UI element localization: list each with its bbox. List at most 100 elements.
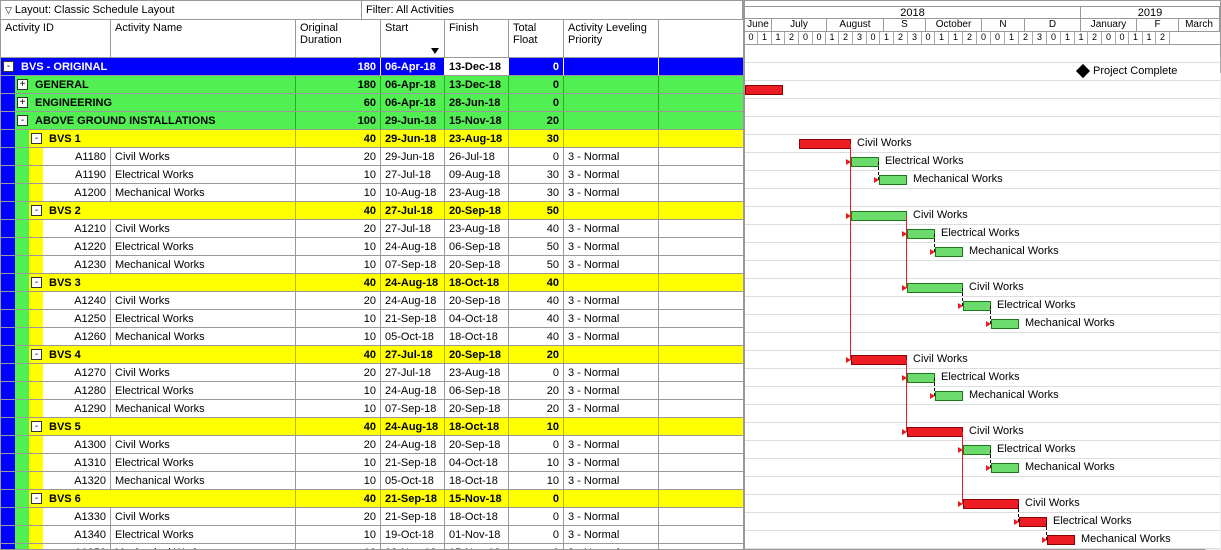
gantt-row: Civil Works bbox=[745, 495, 1220, 513]
gantt-bar[interactable] bbox=[963, 445, 991, 455]
gantt-bar[interactable] bbox=[1047, 535, 1075, 545]
gantt-bar[interactable] bbox=[907, 283, 963, 293]
gantt-bar[interactable] bbox=[851, 211, 907, 221]
gantt-bar-label: Civil Works bbox=[913, 353, 968, 365]
col-finish[interactable]: Finish bbox=[445, 20, 509, 57]
group-row[interactable]: - ABOVE GROUND INSTALLATIONS 100 29-Jun-… bbox=[1, 112, 743, 130]
group-row[interactable]: - BVS 3 40 24-Aug-18 18-Oct-18 40 bbox=[1, 274, 743, 292]
table-body: - BVS - ORIGINAL 180 06-Apr-18 13-Dec-18… bbox=[1, 58, 743, 549]
gantt-bar-label: Mechanical Works bbox=[1025, 461, 1115, 473]
timeline-week: 1 bbox=[826, 32, 839, 45]
collapse-toggle[interactable]: - bbox=[31, 349, 42, 360]
gantt-bar[interactable] bbox=[963, 301, 991, 311]
gantt-bar[interactable] bbox=[935, 391, 963, 401]
timeline-week: 1 bbox=[880, 32, 894, 45]
activity-row[interactable]: A1290 Mechanical Works 10 07-Sep-18 20-S… bbox=[1, 400, 743, 418]
timeline-week: 0 bbox=[977, 32, 991, 45]
timeline-week: 2 bbox=[1088, 32, 1102, 45]
activity-row[interactable]: A1200 Mechanical Works 10 10-Aug-18 23-A… bbox=[1, 184, 743, 202]
timeline-week: 2 bbox=[785, 32, 799, 45]
activity-row[interactable]: A1340 Electrical Works 10 19-Oct-18 01-N… bbox=[1, 526, 743, 544]
col-start[interactable]: Start bbox=[381, 20, 445, 57]
gantt-row bbox=[745, 405, 1220, 423]
activity-row[interactable]: A1180 Civil Works 20 29-Jun-18 26-Jul-18… bbox=[1, 148, 743, 166]
gantt-bar[interactable] bbox=[991, 463, 1019, 473]
activity-row[interactable]: A1250 Electrical Works 10 21-Sep-18 04-O… bbox=[1, 310, 743, 328]
activity-row[interactable]: A1240 Civil Works 20 24-Aug-18 20-Sep-18… bbox=[1, 292, 743, 310]
group-row[interactable]: + ENGINEERING 60 06-Apr-18 28-Jun-18 0 bbox=[1, 94, 743, 112]
col-priority[interactable]: Activity Leveling Priority bbox=[564, 20, 659, 57]
activity-row[interactable]: A1230 Mechanical Works 10 07-Sep-18 20-S… bbox=[1, 256, 743, 274]
gantt-bar[interactable] bbox=[935, 247, 963, 257]
collapse-toggle[interactable]: + bbox=[17, 79, 28, 90]
gantt-row: Electrical Works bbox=[745, 297, 1220, 315]
gantt-bar[interactable] bbox=[879, 175, 907, 185]
gantt-bar[interactable] bbox=[799, 139, 851, 149]
timeline-month: F bbox=[1137, 19, 1179, 32]
activity-row[interactable]: A1350 Mechanical Works 10 02-Nov-18 15-N… bbox=[1, 544, 743, 549]
activity-row[interactable]: A1280 Electrical Works 10 24-Aug-18 06-S… bbox=[1, 382, 743, 400]
timeline-month: October bbox=[926, 19, 982, 32]
gantt-bar[interactable] bbox=[963, 499, 1019, 509]
timeline-week: 1 bbox=[1005, 32, 1019, 45]
collapse-toggle[interactable]: + bbox=[17, 97, 28, 108]
gantt-body[interactable]: Project CompleteCivil WorksElectrical Wo… bbox=[745, 45, 1220, 549]
activity-row[interactable]: A1260 Mechanical Works 10 05-Oct-18 18-O… bbox=[1, 328, 743, 346]
gantt-bar-label: Civil Works bbox=[913, 209, 968, 221]
activity-row[interactable]: A1270 Civil Works 20 27-Jul-18 23-Aug-18… bbox=[1, 364, 743, 382]
gantt-row: Electrical Works bbox=[745, 153, 1220, 171]
col-activity-id[interactable]: Activity ID bbox=[1, 20, 111, 57]
gantt-bar[interactable] bbox=[907, 427, 963, 437]
collapse-toggle[interactable]: - bbox=[31, 493, 42, 504]
timeline-week: 1 bbox=[1129, 32, 1143, 45]
group-row[interactable]: - BVS 6 40 21-Sep-18 15-Nov-18 0 bbox=[1, 490, 743, 508]
activity-row[interactable]: A1300 Civil Works 20 24-Aug-18 20-Sep-18… bbox=[1, 436, 743, 454]
activity-row[interactable]: A1220 Electrical Works 10 24-Aug-18 06-S… bbox=[1, 238, 743, 256]
col-float[interactable]: Total Float bbox=[509, 20, 564, 57]
group-row[interactable]: - BVS 4 40 27-Jul-18 20-Sep-18 20 bbox=[1, 346, 743, 364]
group-row[interactable]: - BVS - ORIGINAL 180 06-Apr-18 13-Dec-18… bbox=[1, 58, 743, 76]
group-row[interactable]: - BVS 1 40 29-Jun-18 23-Aug-18 30 bbox=[1, 130, 743, 148]
gantt-bar[interactable] bbox=[907, 373, 935, 383]
activity-row[interactable]: A1210 Civil Works 20 27-Jul-18 23-Aug-18… bbox=[1, 220, 743, 238]
gantt-bar[interactable] bbox=[745, 85, 783, 95]
gantt-bar[interactable] bbox=[851, 157, 879, 167]
timeline-month: August bbox=[827, 19, 884, 32]
col-activity-name[interactable]: Activity Name bbox=[111, 20, 296, 57]
activity-row[interactable]: A1310 Electrical Works 10 21-Sep-18 04-O… bbox=[1, 454, 743, 472]
activity-row[interactable]: A1320 Mechanical Works 10 05-Oct-18 18-O… bbox=[1, 472, 743, 490]
gantt-row: Electrical Works bbox=[745, 369, 1220, 387]
gantt-bar-label: Civil Works bbox=[969, 425, 1024, 437]
filter-selector[interactable]: Filter: All Activities bbox=[362, 1, 743, 19]
gantt-row bbox=[745, 261, 1220, 279]
gantt-row: Civil Works bbox=[745, 279, 1220, 297]
collapse-toggle[interactable]: - bbox=[31, 421, 42, 432]
group-row[interactable]: - BVS 5 40 24-Aug-18 18-Oct-18 10 bbox=[1, 418, 743, 436]
activity-row[interactable]: A1330 Civil Works 20 21-Sep-18 18-Oct-18… bbox=[1, 508, 743, 526]
group-row[interactable]: - BVS 2 40 27-Jul-18 20-Sep-18 50 bbox=[1, 202, 743, 220]
collapse-toggle[interactable]: - bbox=[3, 61, 14, 72]
group-row[interactable]: + GENERAL 180 06-Apr-18 13-Dec-18 0 bbox=[1, 76, 743, 94]
gantt-bar[interactable] bbox=[1019, 517, 1047, 527]
gantt-row: Mechanical Works bbox=[745, 531, 1220, 549]
col-duration[interactable]: Original Duration bbox=[296, 20, 381, 57]
gantt-row: Mechanical Works bbox=[745, 243, 1220, 261]
timeline-week: 0 bbox=[922, 32, 935, 45]
collapse-toggle[interactable]: - bbox=[31, 133, 42, 144]
gantt-bar[interactable] bbox=[851, 355, 907, 365]
milestone-icon[interactable] bbox=[1076, 64, 1090, 78]
timeline-week: 1 bbox=[1143, 32, 1156, 45]
collapse-toggle[interactable]: - bbox=[31, 205, 42, 216]
activity-row[interactable]: A1190 Electrical Works 10 27-Jul-18 09-A… bbox=[1, 166, 743, 184]
timeline-year: 2018 bbox=[745, 7, 1081, 19]
timeline-month: June bbox=[745, 19, 772, 32]
timeline-week: 3 bbox=[908, 32, 922, 45]
gantt-bar[interactable] bbox=[907, 229, 935, 239]
timeline-week: 3 bbox=[1033, 32, 1047, 45]
layout-selector[interactable]: ▽ Layout: Classic Schedule Layout bbox=[1, 1, 362, 19]
gantt-row bbox=[745, 99, 1220, 117]
collapse-toggle[interactable]: - bbox=[17, 115, 28, 126]
gantt-bar[interactable] bbox=[991, 319, 1019, 329]
collapse-toggle[interactable]: - bbox=[31, 277, 42, 288]
timeline-week: 0 bbox=[867, 32, 880, 45]
